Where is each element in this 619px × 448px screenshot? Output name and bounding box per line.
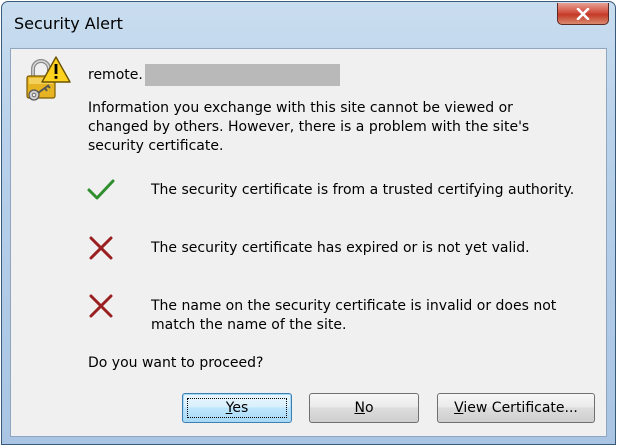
info-message: Information you exchange with this site … (88, 100, 530, 154)
security-alert-dialog: Security Alert remote. Information you e… (1, 1, 616, 445)
close-button[interactable] (557, 3, 609, 25)
yes-button-label: Yes (225, 400, 249, 416)
dialog-title: Security Alert (14, 14, 123, 33)
title-bar[interactable]: Security Alert (2, 2, 615, 48)
check-text: The security certificate is from a trust… (151, 182, 575, 198)
no-button[interactable]: No (309, 393, 419, 423)
red-x-icon (89, 236, 113, 260)
close-icon (576, 7, 590, 20)
red-x-icon (89, 294, 113, 318)
security-lock-warning-icon (26, 56, 71, 101)
proceed-question: Do you want to proceed? (88, 355, 264, 371)
no-button-label: No (354, 400, 374, 416)
view-certificate-button-label: View Certificate... (454, 400, 578, 416)
site-address: remote. (88, 64, 340, 86)
view-certificate-button[interactable]: View Certificate... (437, 393, 595, 423)
dialog-body: remote. Information you exchange with th… (10, 48, 607, 437)
redacted-hostname (144, 64, 340, 86)
green-check-icon (87, 179, 115, 200)
check-text: The name on the security certificate is … (151, 298, 557, 333)
yes-button[interactable]: Yes (182, 393, 292, 423)
check-text: The security certificate has expired or … (151, 240, 530, 256)
host-prefix: remote. (88, 67, 143, 83)
